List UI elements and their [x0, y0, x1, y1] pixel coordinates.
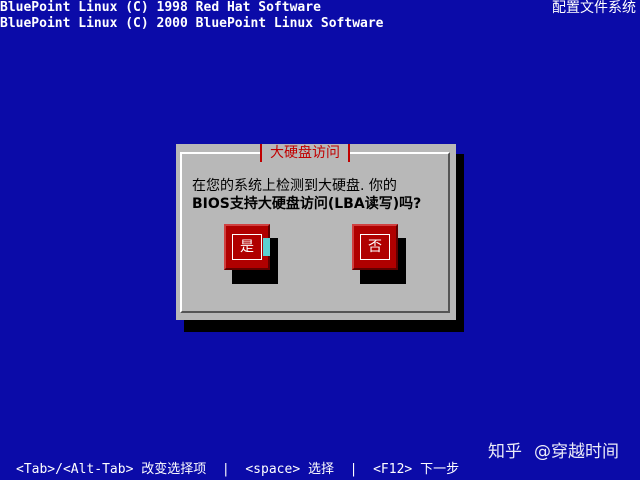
watermark-brand: 知乎 — [488, 442, 522, 462]
large-disk-access-dialog: 大硬盘访问 在您的系统上检测到大硬盘. 你的 BIOS支持大硬盘访问(LBA读写… — [176, 144, 456, 320]
dialog-title: 大硬盘访问 — [260, 144, 350, 162]
no-button-label: 否 — [368, 239, 382, 255]
text-mode-screen: BluePoint Linux (C) 1998 Red Hat Softwar… — [0, 0, 640, 480]
keyboard-help-bar: <Tab>/<Alt-Tab> 改变选择项 | <space> 选择 | <F1… — [16, 462, 460, 477]
no-button-face: 否 — [360, 234, 390, 260]
yes-button-face: 是 — [232, 234, 270, 260]
dialog-message-line-2: BIOS支持大硬盘访问(LBA读写)吗? — [192, 196, 422, 212]
yes-button-label: 是 — [240, 239, 254, 255]
watermark: 知乎 @穿越时间 — [488, 442, 619, 462]
copyright-line-2: BluePoint Linux (C) 2000 BluePoint Linux… — [0, 16, 384, 31]
text-cursor-icon — [263, 238, 270, 256]
copyright-line-1: BluePoint Linux (C) 1998 Red Hat Softwar… — [0, 0, 321, 15]
dialog-message: 在您的系统上检测到大硬盘. 你的 BIOS支持大硬盘访问(LBA读写)吗? — [192, 177, 442, 213]
no-button[interactable]: 否 — [352, 224, 398, 270]
watermark-handle: @穿越时间 — [534, 442, 619, 462]
dialog-message-line-1: 在您的系统上检测到大硬盘. 你的 — [192, 178, 397, 194]
screen-title: 配置文件系统 — [552, 0, 636, 16]
yes-button[interactable]: 是 — [224, 224, 270, 270]
